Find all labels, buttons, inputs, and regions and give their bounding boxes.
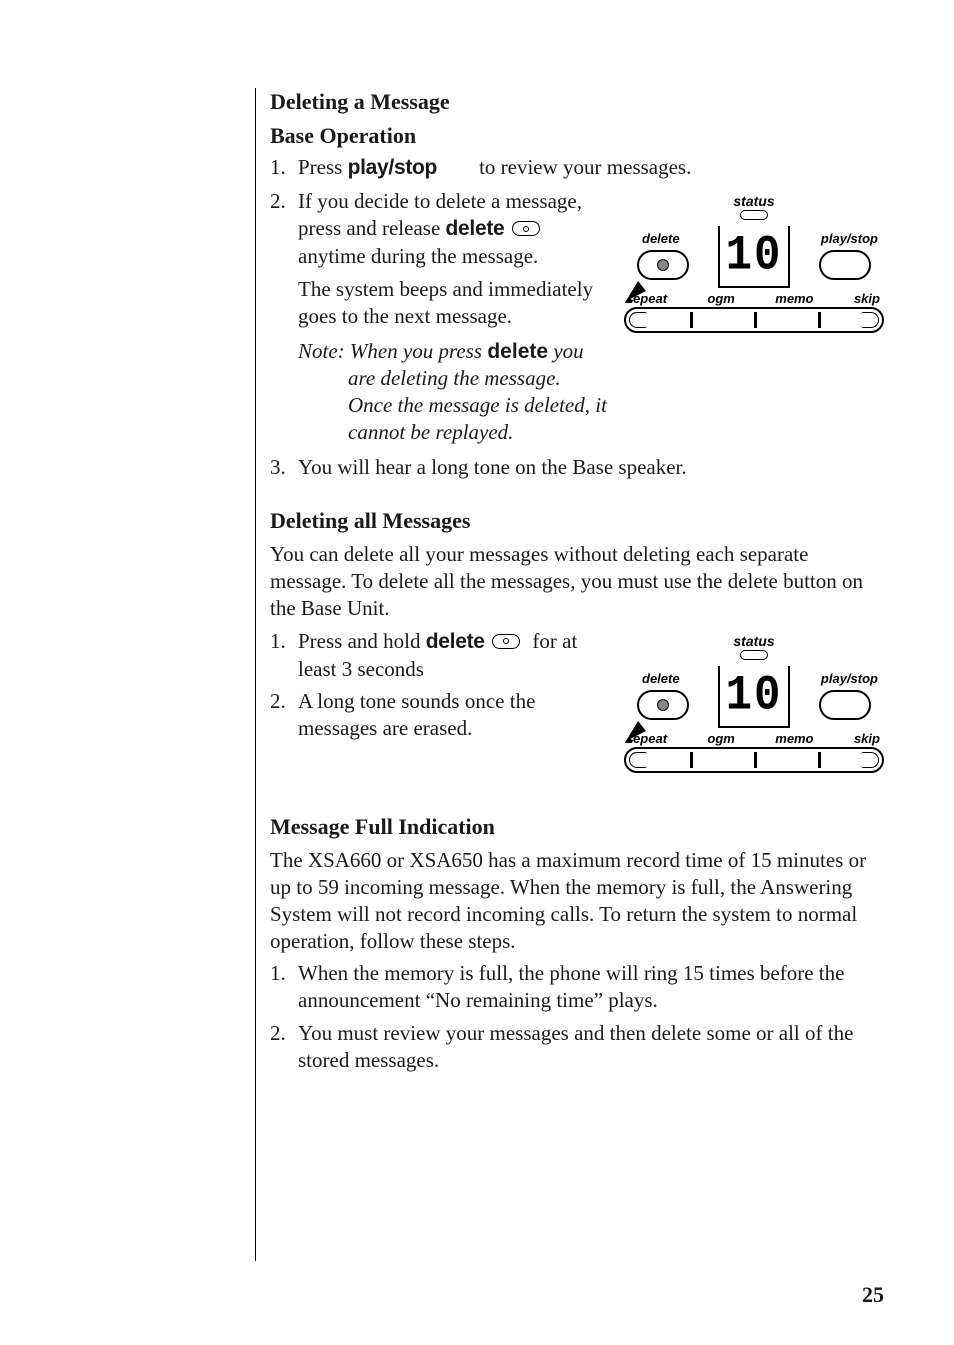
section-message-full: Message Full Indication The XSA660 or XS… <box>270 813 884 1074</box>
playstop-button-illustration: play/stop <box>806 666 884 728</box>
step-text: When the memory is full, the phone will … <box>298 961 844 1012</box>
ordered-steps: 1. Press and hold delete for at least 3 … <box>270 628 610 743</box>
four-button-bar-icon <box>624 747 884 773</box>
note-text-pre: When you press <box>350 339 487 363</box>
section-intro: You can delete all your messages without… <box>270 541 884 622</box>
playstop-capsule-icon <box>819 690 871 720</box>
step-text: You will hear a long tone on the Base sp… <box>298 455 687 479</box>
delete-capsule-icon <box>637 690 689 720</box>
step-number: 1. <box>270 960 286 987</box>
delete-label: delete <box>642 672 680 685</box>
device-mid-row: delete 10 play/stop <box>624 226 884 288</box>
step-text-column: 1. Press and hold delete for at least 3 … <box>270 628 610 749</box>
status-lamp-icon <box>740 210 768 220</box>
step-number: 1. <box>270 154 286 181</box>
status-lamp-icon <box>740 650 768 660</box>
step-1: 1. Press play/stop to review your messag… <box>270 154 884 182</box>
device-illustration: status delete 10 play/stop <box>624 188 884 333</box>
four-button-bar-icon <box>624 307 884 333</box>
step-1: 1. When the memory is full, the phone wi… <box>270 960 884 1014</box>
step-text-post: anytime during the message. <box>298 244 538 268</box>
section-heading: Deleting all Messages <box>270 507 884 535</box>
step-text: A long tone sounds once the messages are… <box>298 689 535 740</box>
keyword-delete: delete <box>487 340 548 363</box>
ogm-label: ogm <box>707 292 734 305</box>
device-illustration: status delete 10 play/stop <box>624 628 884 773</box>
delete-capsule-icon <box>637 250 689 280</box>
step-3: 3. You will hear a long tone on the Base… <box>270 454 884 481</box>
step-text-pre: Press <box>298 155 348 179</box>
playstop-label: play/stop <box>821 232 878 245</box>
pointer-arrow-icon <box>624 717 650 743</box>
section-heading: Message Full Indication <box>270 813 884 841</box>
ordered-steps: 1. Press play/stop to review your messag… <box>270 154 884 182</box>
step-with-figure: 2. If you decide to delete a message, pr… <box>270 188 884 454</box>
step-2: 2. A long tone sounds once the messages … <box>270 688 610 742</box>
step-2: 2. You must review your messages and the… <box>270 1020 884 1074</box>
button-glyph-icon <box>512 221 540 236</box>
step-number: 2. <box>270 188 286 215</box>
status-label: status <box>624 634 884 648</box>
page-content: Deleting a Message Base Operation 1. Pre… <box>270 88 884 1074</box>
skip-label: skip <box>854 732 880 745</box>
section-deleting-a-message: Deleting a Message Base Operation 1. Pre… <box>270 88 884 481</box>
memo-label: memo <box>775 732 813 745</box>
page-number: 25 <box>862 1281 884 1309</box>
bottom-button-labels: repeat ogm memo skip <box>624 728 884 747</box>
step-1: 1. Press and hold delete for at least 3 … <box>270 628 610 683</box>
keyword-delete: delete <box>446 217 505 240</box>
step-text: You must review your messages and then d… <box>298 1021 853 1072</box>
playstop-capsule-icon <box>819 250 871 280</box>
step-number: 1. <box>270 628 286 655</box>
note-label: Note: <box>298 339 350 363</box>
step-text-post: to review your messages. <box>474 155 692 179</box>
playstop-button-illustration: play/stop <box>806 226 884 288</box>
skip-label: skip <box>854 292 880 305</box>
section-intro: The XSA660 or XSA650 has a maximum recor… <box>270 847 884 955</box>
step-number: 2. <box>270 1020 286 1047</box>
ordered-steps-cont: 2. If you decide to delete a message, pr… <box>270 188 610 446</box>
memo-label: memo <box>775 292 813 305</box>
playstop-label: play/stop <box>821 672 878 685</box>
step-text-column: 2. If you decide to delete a message, pr… <box>270 188 610 454</box>
section-subheading: Base Operation <box>270 122 884 150</box>
manual-page: Deleting a Message Base Operation 1. Pre… <box>0 0 954 1345</box>
lcd-value: 10 <box>726 232 783 281</box>
step-number: 2. <box>270 688 286 715</box>
ordered-steps: 1. When the memory is full, the phone wi… <box>270 960 884 1074</box>
step-text-pre: If you decide to delete a message, press… <box>298 189 582 240</box>
pointer-arrow-icon <box>624 277 650 303</box>
vertical-rule <box>255 88 256 1261</box>
device-mid-row: delete 10 play/stop <box>624 666 884 728</box>
lcd-value: 10 <box>726 671 783 720</box>
ordered-steps-cont2: 3. You will hear a long tone on the Base… <box>270 454 884 481</box>
step-result: The system beeps and immediately goes to… <box>298 276 610 330</box>
bottom-button-labels: repeat ogm memo skip <box>624 288 884 307</box>
lcd-display: 10 <box>718 666 790 728</box>
ogm-label: ogm <box>707 732 734 745</box>
status-label: status <box>624 194 884 208</box>
section-heading: Deleting a Message <box>270 88 884 116</box>
lcd-display: 10 <box>718 226 790 288</box>
step-text-pre: Press and hold <box>298 629 426 653</box>
section-deleting-all-messages: Deleting all Messages You can delete all… <box>270 507 884 773</box>
keyword-playstop: play/stop <box>348 156 437 179</box>
steps-with-figure: 1. Press and hold delete for at least 3 … <box>270 628 884 773</box>
delete-label: delete <box>642 232 680 245</box>
step-number: 3. <box>270 454 286 481</box>
step-note: Note: When you press delete you are dele… <box>298 338 610 447</box>
button-glyph-icon <box>492 634 520 649</box>
step-2: 2. If you decide to delete a message, pr… <box>270 188 610 446</box>
keyword-delete: delete <box>426 630 485 653</box>
